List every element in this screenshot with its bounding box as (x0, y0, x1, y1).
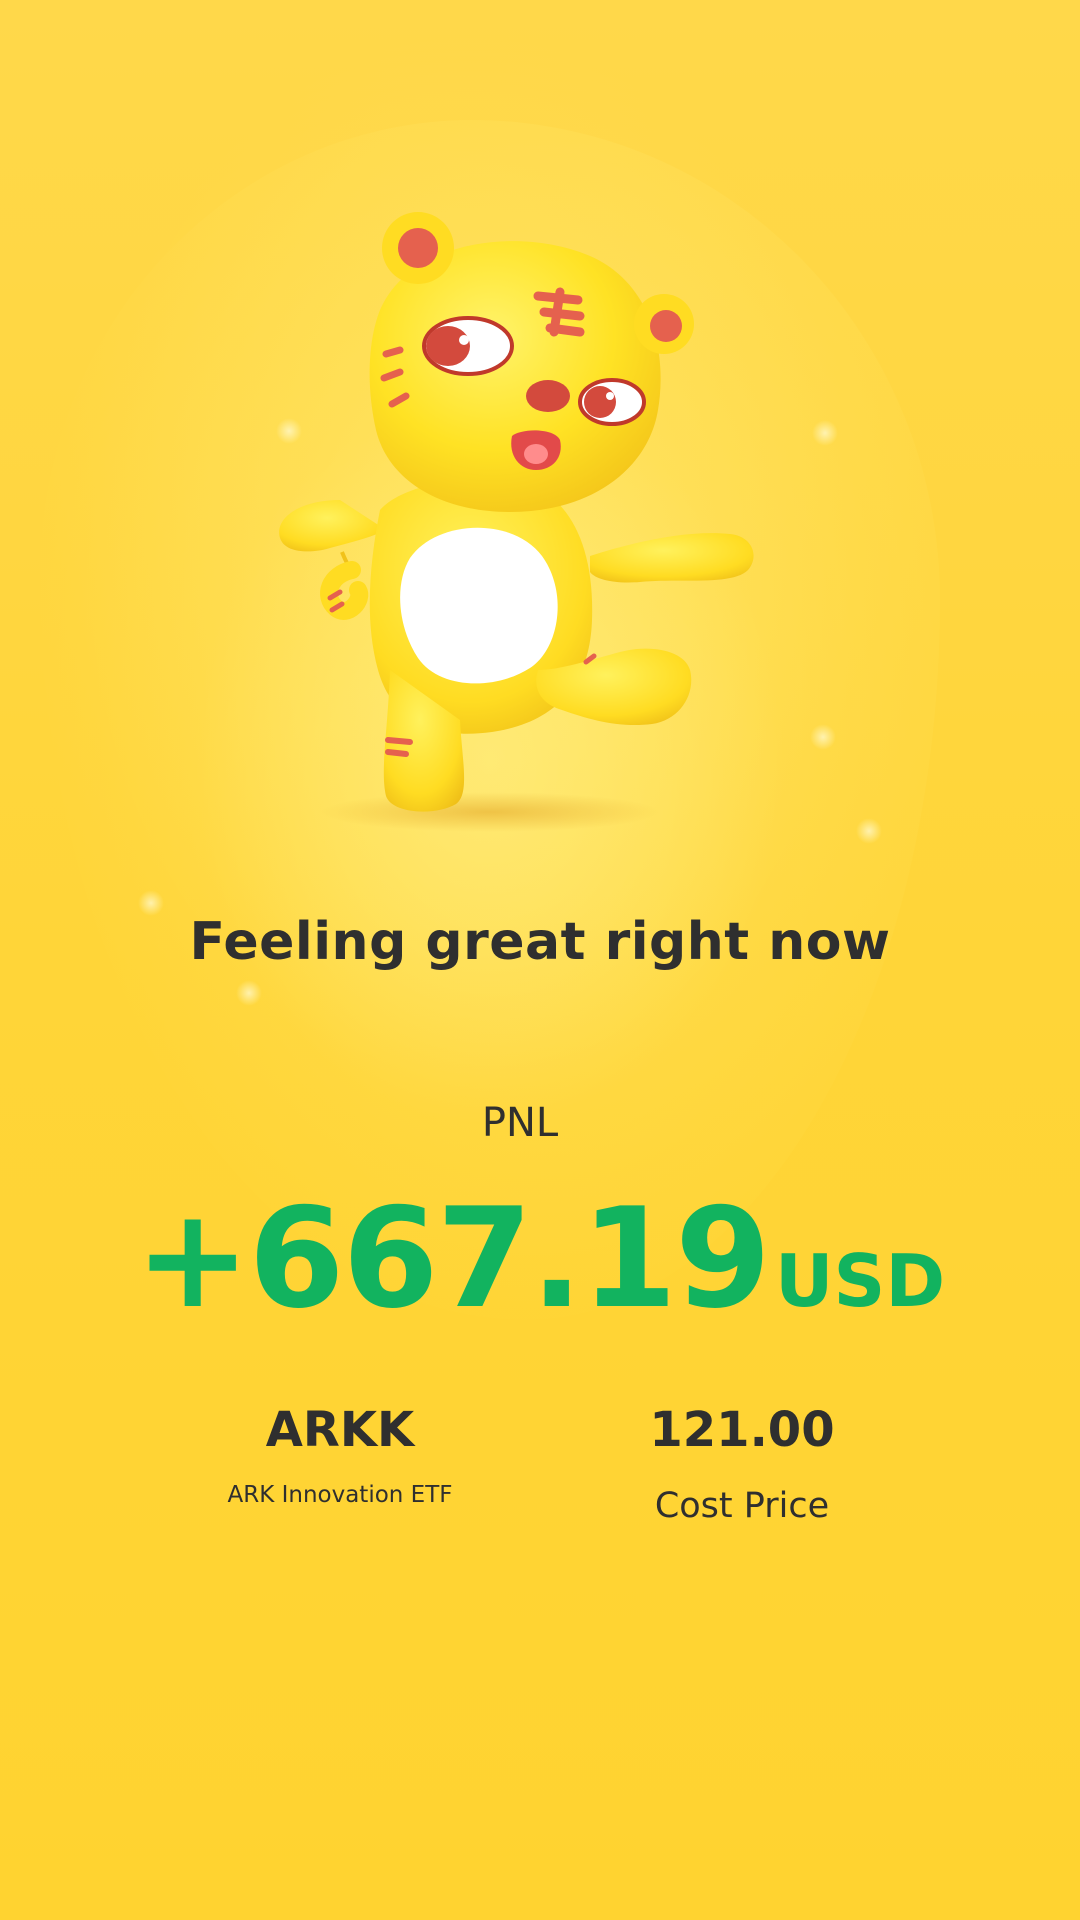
sparkle (856, 818, 882, 844)
security-info: ARKK ARK Innovation ETF (170, 1400, 510, 1510)
pnl-value: +667.19 (134, 1178, 771, 1339)
headline: Feeling great right now (189, 912, 891, 972)
sparkle (236, 980, 262, 1006)
cost-price-value: 121.00 (649, 1402, 835, 1458)
pnl-label: PNL (481, 1100, 559, 1146)
ticker-symbol: ARKK (265, 1402, 415, 1458)
cost-info: 121.00 Cost Price (572, 1400, 912, 1528)
pnl-amount: +667.19USD (0, 1178, 1080, 1339)
security-name: ARK Innovation ETF (227, 1482, 453, 1508)
pnl-unit: USD (775, 1239, 946, 1323)
sparkle (810, 724, 836, 750)
tiger-mascot-icon (279, 212, 754, 832)
cost-price-label: Cost Price (654, 1486, 830, 1526)
sparkle (812, 420, 838, 446)
